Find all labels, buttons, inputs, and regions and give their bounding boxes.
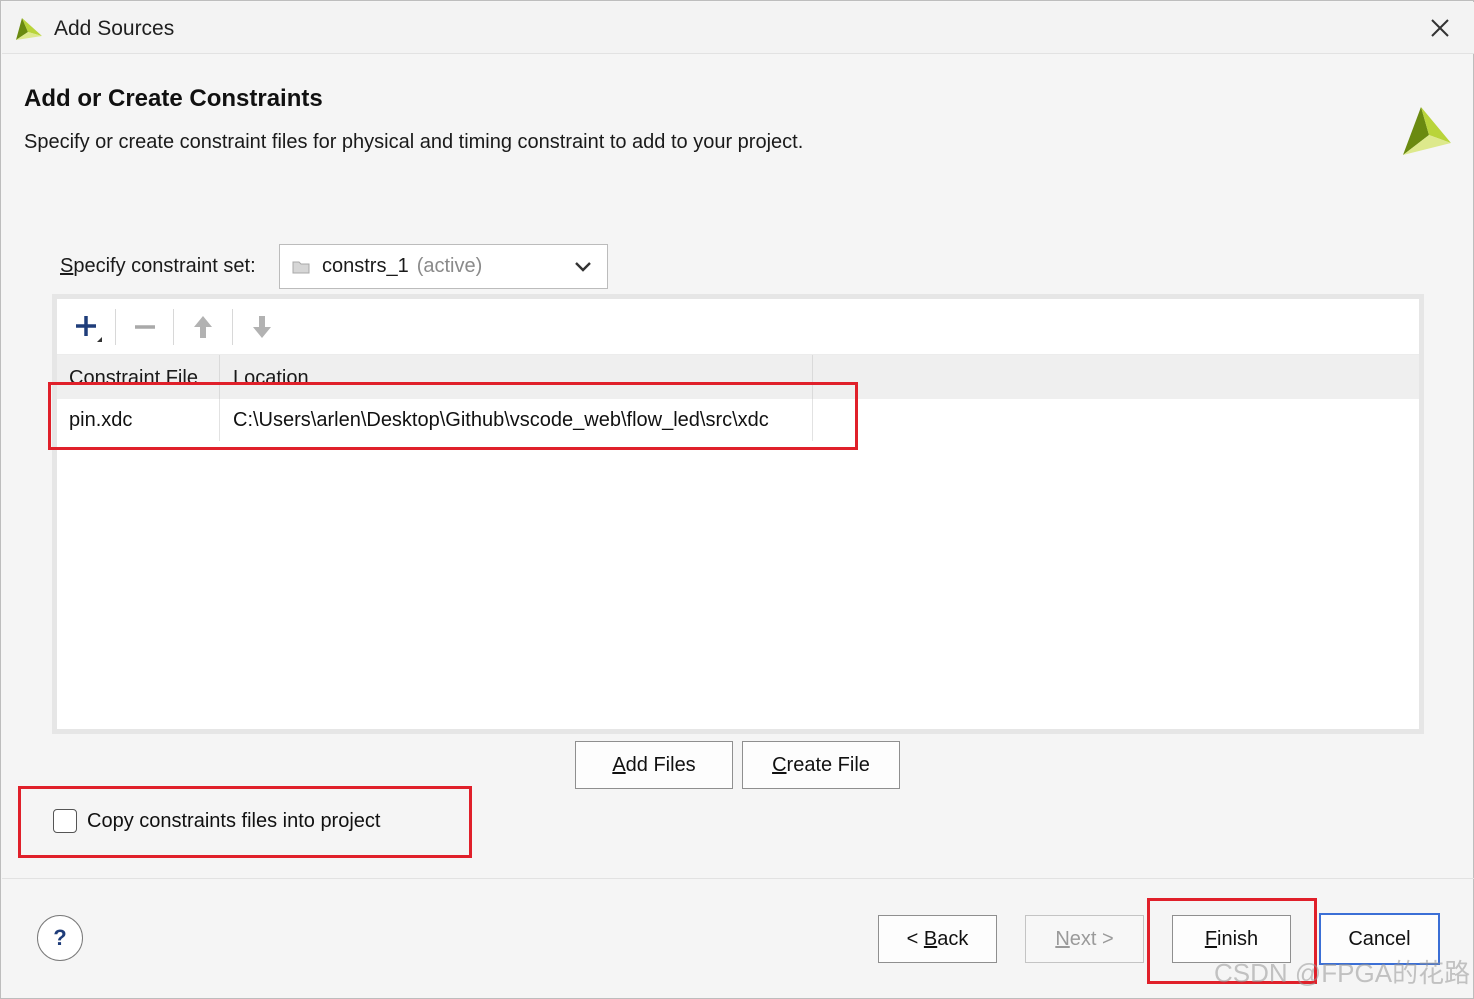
constraint-set-label: Specify constraint set: — [60, 255, 256, 277]
add-sources-dialog: Add Sources Add or Create Constraints Sp… — [0, 0, 1474, 999]
next-button[interactable]: Next > — [1025, 915, 1144, 963]
vivado-logo-icon — [16, 18, 42, 40]
toolbar-separator — [173, 309, 174, 345]
constraint-set-value: constrs_1 — [322, 255, 409, 277]
cell-location: C:\Users\arlen\Desktop\Github\vscode_web… — [221, 399, 813, 441]
remove-file-button[interactable] — [125, 307, 165, 347]
constraint-files-panel: Constraint File Location pin.xdc C:\User… — [52, 294, 1424, 734]
constraint-set-dropdown[interactable]: constrs_1 (active) — [279, 244, 608, 289]
constraint-set-status: (active) — [416, 255, 483, 277]
create-file-label: Create File — [772, 753, 870, 776]
table-header: Constraint File Location — [57, 355, 1419, 399]
minus-icon — [135, 325, 155, 329]
table-toolbar — [57, 299, 1419, 355]
next-label: Next > — [1055, 927, 1114, 950]
toolbar-separator — [232, 309, 233, 345]
footer-divider — [2, 878, 1474, 879]
close-icon — [1431, 19, 1449, 37]
copy-constraints-label: Copy constraints files into project — [87, 809, 381, 832]
title-bar: Add Sources — [2, 2, 1474, 54]
help-button[interactable]: ? — [37, 915, 83, 961]
arrow-down-icon — [253, 316, 271, 338]
copy-constraints-option[interactable]: Copy constraints files into project — [53, 809, 380, 833]
plus-icon — [76, 316, 102, 342]
folder-icon — [292, 261, 310, 273]
xilinx-logo-icon — [1403, 107, 1451, 155]
column-header-constraint-file[interactable]: Constraint File — [57, 355, 220, 399]
back-button[interactable]: < Back — [878, 915, 997, 963]
window-title: Add Sources — [54, 17, 175, 40]
finish-label: Finish — [1204, 927, 1259, 950]
cell-constraint-file: pin.xdc — [57, 399, 220, 441]
toolbar-separator — [115, 309, 116, 345]
create-file-button[interactable]: Create File — [742, 741, 900, 789]
arrow-up-icon — [194, 316, 212, 338]
page-title: Add or Create Constraints — [24, 85, 323, 112]
table-row[interactable]: pin.xdc C:\Users\arlen\Desktop\Github\vs… — [57, 399, 1419, 441]
chevron-down-icon — [575, 262, 591, 272]
column-header-location[interactable]: Location — [221, 355, 813, 399]
page-description: Specify or create constraint files for p… — [24, 131, 804, 153]
close-button[interactable] — [1424, 12, 1456, 44]
copy-constraints-checkbox[interactable] — [53, 809, 77, 833]
add-files-button[interactable]: Add Files — [575, 741, 733, 789]
move-down-button[interactable] — [242, 307, 282, 347]
back-label: < Back — [906, 927, 969, 950]
move-up-button[interactable] — [183, 307, 223, 347]
add-file-button[interactable] — [67, 307, 107, 347]
add-files-label: Add Files — [612, 753, 696, 776]
watermark: CSDN @FPGA的花路 — [1214, 958, 1471, 988]
